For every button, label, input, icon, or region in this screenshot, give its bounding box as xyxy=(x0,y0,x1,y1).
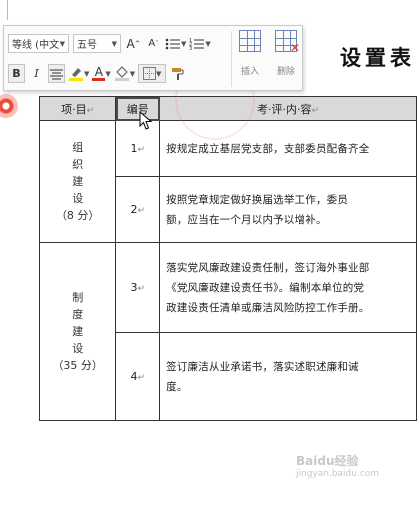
borders-icon xyxy=(142,67,156,80)
italic-button[interactable]: I xyxy=(28,64,45,83)
font-name-value: 等线 (中文 xyxy=(12,40,60,51)
font-color-button[interactable]: A ▼ xyxy=(92,64,111,83)
toolbar-row-format: B I ▼ A ▼ ▼ ▼ xyxy=(8,64,189,83)
toolbar-separator xyxy=(231,31,232,87)
watermark-url: jingyan.baidu.com xyxy=(296,469,380,479)
header-item[interactable]: 项·目↵ xyxy=(38,96,117,121)
shrink-font-icon: A xyxy=(148,38,156,49)
shading-button[interactable]: ▼ xyxy=(114,64,135,83)
content-line: 度。 xyxy=(166,380,188,393)
item-char: 度 xyxy=(72,308,84,321)
content-line: 政建设责任清单或廉洁风险防控工作手册。 xyxy=(166,301,370,314)
bold-icon: B xyxy=(12,67,21,80)
chevron-down-icon: ▼ xyxy=(111,39,117,48)
floating-mini-toolbar: 等线 (中文 ▼ 五号 ▼ A ^ Aˇ ▼ 123 ▼ B I ▼ A ▼ ▼… xyxy=(3,25,303,91)
click-indicator-icon xyxy=(0,94,18,118)
item-char: 织 xyxy=(72,158,84,171)
highlighter-icon xyxy=(69,68,83,81)
item-char: 建 xyxy=(72,325,84,338)
item-cell-organization[interactable]: 组 织 建 设 （8 分） xyxy=(38,120,117,243)
bullets-button[interactable]: ▼ xyxy=(165,34,186,53)
document-title: 设置表 xyxy=(340,45,415,70)
content-line: 按规定成立基层党支部，支部委员配备齐全 xyxy=(166,142,370,155)
borders-button[interactable]: ▼ xyxy=(138,64,167,83)
header-number[interactable]: 编号 xyxy=(115,96,161,121)
insert-label: 插入 xyxy=(240,67,259,77)
insert-table-button[interactable]: 插入 xyxy=(233,30,267,77)
content-line: 额，应当在一个月以内予以增补。 xyxy=(166,213,327,226)
format-painter-icon xyxy=(171,67,184,80)
item-char: 设 xyxy=(72,342,84,355)
mouse-pointer-icon xyxy=(139,111,153,130)
item-cell-system[interactable]: 制 度 建 设 （35 分） xyxy=(38,242,117,421)
paint-bucket-icon xyxy=(114,66,129,81)
item-score: （35 分） xyxy=(52,359,103,372)
chevron-down-icon: ▼ xyxy=(59,39,65,48)
content-cell[interactable]: 签订廉洁从业承诺书，落实述职述廉和诫 度。 xyxy=(159,332,417,421)
header-item-label: 项·目 xyxy=(61,102,87,116)
item-char: 建 xyxy=(72,175,84,188)
font-size-combo[interactable]: 五号 ▼ xyxy=(73,34,121,53)
watermark: Baidu经验 jingyan.baidu.com xyxy=(296,452,379,479)
chevron-down-icon: ▼ xyxy=(105,69,111,78)
table-delete-icon: ✕ xyxy=(275,30,300,55)
center-align-button[interactable] xyxy=(48,64,65,83)
font-name-combo[interactable]: 等线 (中文 ▼ xyxy=(8,34,69,53)
content-line: 按照党章规定做好换届选举工作，委员 xyxy=(166,193,349,206)
numbered-list-icon: 123 xyxy=(189,38,205,51)
content-cell[interactable]: 落实党风廉政建设责任制，签订海外事业部 《党风廉政建设责任书》。编制本单位的党 … xyxy=(159,242,417,333)
item-char: 制 xyxy=(72,291,84,304)
content-line: 签订廉洁从业承诺书，落实述职述廉和诫 xyxy=(166,360,359,373)
bold-button[interactable]: B xyxy=(8,64,25,83)
italic-icon: I xyxy=(34,67,39,80)
format-painter-button[interactable] xyxy=(169,64,186,83)
chevron-down-icon: ▼ xyxy=(181,39,187,48)
chevron-down-icon: ▼ xyxy=(84,69,90,78)
number-cell[interactable]: 1↵ xyxy=(115,120,161,177)
toolbar-row-font: 等线 (中文 ▼ 五号 ▼ A ^ Aˇ ▼ 123 ▼ xyxy=(8,34,214,53)
watermark-text: Baidu经验 xyxy=(296,454,359,468)
content-line: 《党风廉政建设责任书》。编制本单位的党 xyxy=(166,281,365,294)
item-char: 组 xyxy=(72,141,84,154)
table-grid-icon xyxy=(239,30,261,52)
align-center-icon xyxy=(50,69,63,79)
content-cell[interactable]: 按照党章规定做好换届选举工作，委员 额，应当在一个月以内予以增补。 xyxy=(159,176,417,243)
header-content-label: 考·评·内·容 xyxy=(257,102,312,116)
bullet-list-icon xyxy=(165,38,180,49)
assessment-table[interactable]: 项·目↵ 编号 考·评·内·容↵ 组 织 建 设 （8 分） 1↵ 按规定成立基… xyxy=(38,96,417,421)
svg-text:3: 3 xyxy=(189,46,192,51)
font-size-value: 五号 xyxy=(77,40,97,51)
chevron-down-icon: ▼ xyxy=(129,69,136,78)
grow-font-button[interactable]: A ^ xyxy=(125,34,142,53)
table-row: 制 度 建 设 （35 分） 3↵ 落实党风廉政建设责任制，签订海外事业部 《党… xyxy=(38,242,417,421)
font-color-icon: A xyxy=(94,64,103,79)
highlight-button[interactable]: ▼ xyxy=(68,64,89,83)
number-cell[interactable]: 4↵ xyxy=(115,332,161,421)
chevron-down-icon: ▼ xyxy=(205,39,211,48)
delete-label: 删除 xyxy=(276,67,295,77)
number-cell[interactable]: 2↵ xyxy=(115,176,161,243)
chevron-down-icon: ▼ xyxy=(155,69,162,78)
delete-table-button[interactable]: ✕ 删除 xyxy=(269,30,303,77)
item-char: 设 xyxy=(72,192,84,205)
content-line: 落实党风廉政建设责任制，签订海外事业部 xyxy=(166,261,370,274)
number-cell[interactable]: 3↵ xyxy=(115,242,161,333)
grow-font-icon: A xyxy=(126,36,135,51)
item-score: （8 分） xyxy=(55,209,100,222)
shrink-font-button[interactable]: Aˇ xyxy=(145,34,162,53)
numbering-button[interactable]: 123 ▼ xyxy=(189,34,210,53)
page-edge xyxy=(0,0,8,20)
